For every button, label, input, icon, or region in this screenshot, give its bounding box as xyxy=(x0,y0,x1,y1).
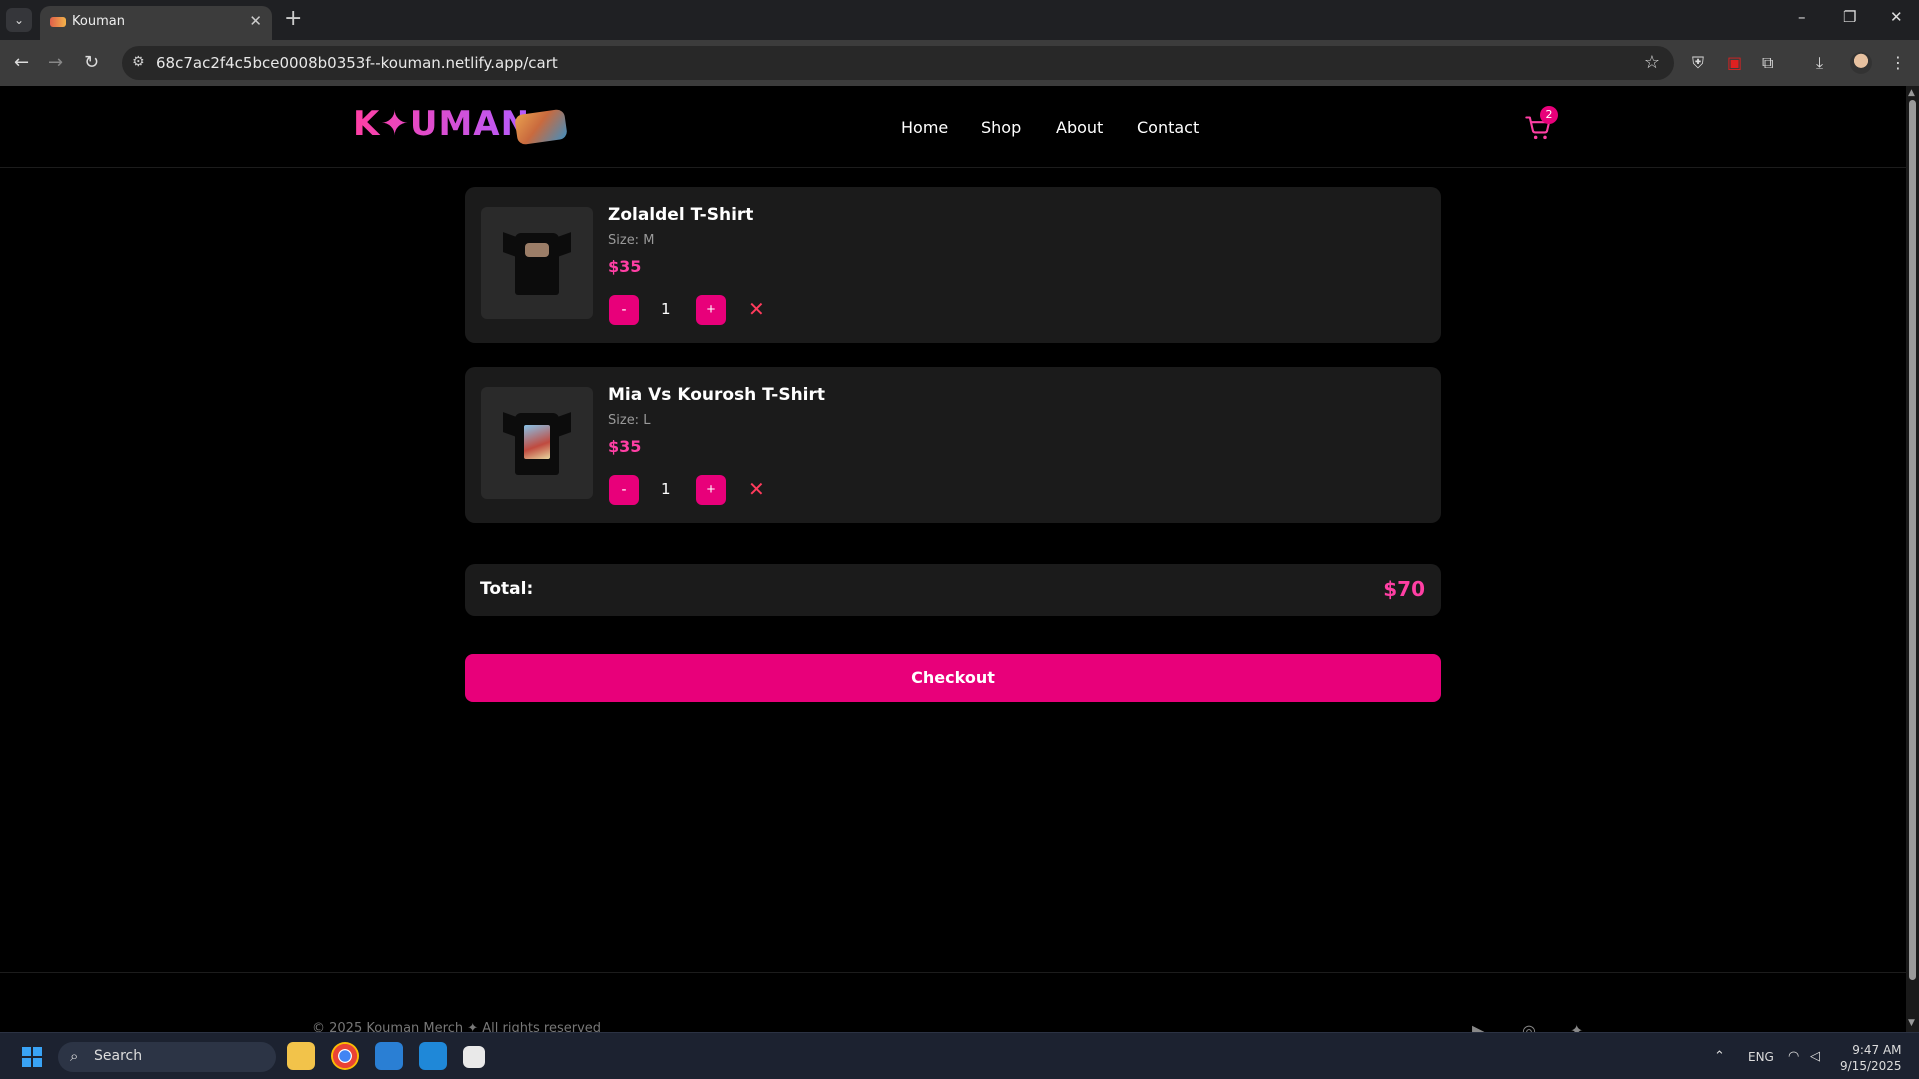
star-icon[interactable]: ☆ xyxy=(1644,52,1660,73)
increase-quantity-button[interactable]: + xyxy=(696,475,726,505)
item-size: Size: M xyxy=(608,233,655,248)
remove-icon[interactable]: ✕ xyxy=(748,297,765,321)
restore-icon[interactable]: ❐ xyxy=(1843,8,1856,26)
show-hidden-icons[interactable]: ⌃ xyxy=(1714,1049,1725,1064)
clock-date: 9/15/2025 xyxy=(1840,1059,1902,1073)
item-name: Mia Vs Kourosh T-Shirt xyxy=(608,385,826,405)
site-header: K✦UMAN Home Shop About Contact 2 xyxy=(0,86,1906,168)
volume-icon[interactable]: ◁ xyxy=(1810,1049,1820,1064)
close-window-icon[interactable]: ✕ xyxy=(1890,8,1903,26)
extensions-icon[interactable]: ⧉ xyxy=(1762,53,1773,73)
instagram-icon[interactable]: ◎ xyxy=(1522,1021,1536,1032)
page-content: K✦UMAN Home Shop About Contact 2 Zolalde… xyxy=(0,86,1906,1032)
site-footer: © 2025 Kouman Merch ✦ All rights reserve… xyxy=(0,972,1906,1032)
item-price: $35 xyxy=(608,257,642,276)
scroll-up-icon[interactable]: ▲ xyxy=(1908,88,1915,98)
tab-title: Kouman xyxy=(72,14,125,29)
decrease-quantity-button[interactable]: - xyxy=(609,475,639,505)
nav-shop[interactable]: Shop xyxy=(981,118,1021,137)
tab-search-button[interactable]: ⌄ xyxy=(6,8,32,32)
browser-toolbar: ← → ↻ ⚙ 68c7ac2f4c5bce0008b0353f--kouman… xyxy=(0,40,1919,86)
t-shirt-image xyxy=(515,413,559,475)
address-bar[interactable]: ⚙ 68c7ac2f4c5bce0008b0353f--kouman.netli… xyxy=(122,46,1674,80)
twitter-icon[interactable]: ✦ xyxy=(1570,1021,1583,1032)
product-image xyxy=(481,207,593,319)
item-size: Size: L xyxy=(608,413,651,428)
file-explorer-icon[interactable] xyxy=(287,1042,315,1070)
reload-icon[interactable]: ↻ xyxy=(84,52,99,73)
cart-item: Mia Vs Kourosh T-Shirt Size: L $35 - 1 +… xyxy=(465,367,1441,523)
remove-icon[interactable]: ✕ xyxy=(748,477,765,501)
youtube-extension-icon[interactable]: ▣ xyxy=(1727,53,1742,72)
snipping-tool-icon[interactable] xyxy=(463,1046,485,1068)
site-info-icon[interactable]: ⚙ xyxy=(132,54,145,70)
cart-total: Total: $70 xyxy=(465,564,1441,616)
logo-graffiti-icon xyxy=(514,108,568,146)
forward-icon[interactable]: → xyxy=(48,52,63,73)
cart-count-badge: 2 xyxy=(1540,106,1558,124)
site-logo[interactable]: K✦UMAN xyxy=(353,104,530,144)
item-price: $35 xyxy=(608,437,642,456)
item-name: Zolaldel T-Shirt xyxy=(608,205,754,225)
checkout-button[interactable]: Checkout xyxy=(465,654,1441,702)
vpn-app-icon[interactable] xyxy=(375,1042,403,1070)
shield-extension-icon[interactable]: ⛨ xyxy=(1692,53,1704,73)
wifi-icon[interactable]: ◠ xyxy=(1788,1049,1799,1064)
url-text[interactable]: 68c7ac2f4c5bce0008b0353f--kouman.netlify… xyxy=(156,54,558,72)
increase-quantity-button[interactable]: + xyxy=(696,295,726,325)
new-tab-button[interactable]: + xyxy=(284,6,302,31)
scroll-thumb[interactable] xyxy=(1909,100,1916,980)
total-label: Total: xyxy=(480,579,534,599)
quantity-value: 1 xyxy=(661,480,671,498)
clock-time: 9:47 AM xyxy=(1852,1043,1902,1057)
profile-avatar[interactable] xyxy=(1850,52,1872,74)
copyright-text: © 2025 Kouman Merch ✦ All rights reserve… xyxy=(312,1021,602,1032)
windows-taskbar: ⌕ Search ⌃ ENG ◠ ◁ 9:47 AM 9/15/2025 xyxy=(0,1032,1919,1079)
language-indicator[interactable]: ENG xyxy=(1748,1050,1774,1064)
cart-item: Zolaldel T-Shirt Size: M $35 - 1 + ✕ xyxy=(465,187,1441,343)
product-image xyxy=(481,387,593,499)
nav-contact[interactable]: Contact xyxy=(1137,118,1199,137)
chrome-icon[interactable] xyxy=(331,1042,359,1070)
kouman-favicon-icon xyxy=(50,17,66,27)
total-value: $70 xyxy=(1383,577,1425,601)
vscode-icon[interactable] xyxy=(419,1042,447,1070)
close-tab-icon[interactable]: ✕ xyxy=(249,12,262,30)
t-shirt-image xyxy=(515,233,559,295)
scroll-down-icon[interactable]: ▼ xyxy=(1908,1018,1915,1028)
page-scrollbar[interactable]: ▲ ▼ xyxy=(1906,86,1919,1032)
search-placeholder: Search xyxy=(94,1048,143,1064)
browser-tab-strip: ⌄ Kouman ✕ + – ❐ ✕ xyxy=(0,0,1919,40)
back-icon[interactable]: ← xyxy=(14,52,29,73)
browser-tab[interactable]: Kouman ✕ xyxy=(40,6,272,40)
nav-home[interactable]: Home xyxy=(901,118,948,137)
minimize-icon[interactable]: – xyxy=(1798,8,1806,26)
taskbar-search[interactable]: ⌕ Search xyxy=(58,1042,276,1072)
windows-start-icon[interactable] xyxy=(22,1047,42,1067)
quantity-value: 1 xyxy=(661,300,671,318)
menu-icon[interactable]: ⋮ xyxy=(1890,53,1906,72)
nav-about[interactable]: About xyxy=(1056,118,1103,137)
decrease-quantity-button[interactable]: - xyxy=(609,295,639,325)
taskbar-clock[interactable]: 9:47 AM 9/15/2025 xyxy=(1840,1042,1902,1074)
search-icon: ⌕ xyxy=(70,1047,79,1065)
download-icon[interactable]: ⤓ xyxy=(1816,53,1823,73)
youtube-icon[interactable]: ▶ xyxy=(1472,1021,1484,1032)
